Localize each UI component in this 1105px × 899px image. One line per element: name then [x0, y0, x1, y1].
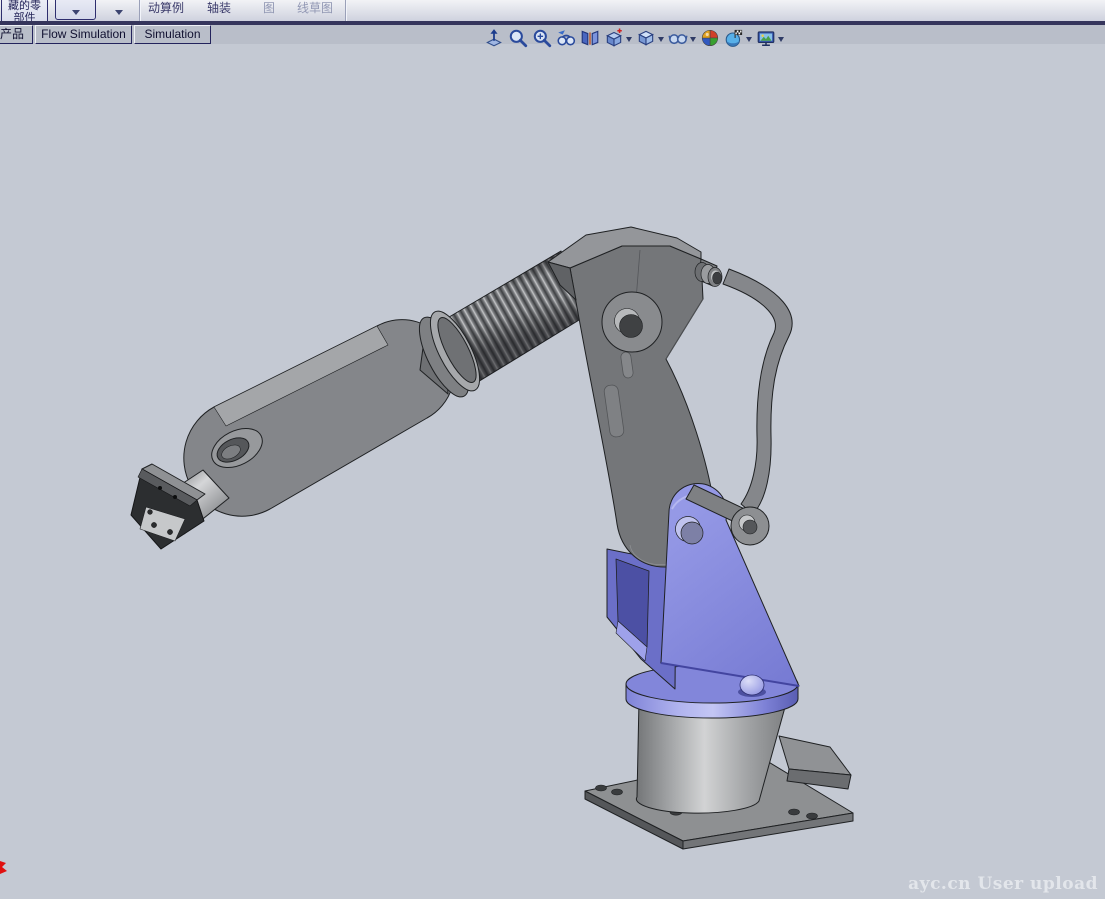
edit-appearance-icon[interactable] — [700, 28, 720, 48]
display-style-icon[interactable] — [636, 28, 656, 48]
zoom-to-fit-icon[interactable] — [484, 28, 504, 48]
zoom-in-out-icon[interactable] — [532, 28, 552, 48]
watermark: ayc.cn User upload — [908, 874, 1098, 894]
forearm — [184, 320, 455, 517]
solidworks-window: 藏的零 部件 动算例 轴装 图 线草图 产品 Flow Simulation S… — [0, 0, 1105, 899]
apply-scene-icon[interactable] — [724, 28, 744, 48]
chevron-down-icon[interactable] — [658, 37, 664, 42]
view-orientation-icon[interactable] — [604, 28, 624, 48]
section-view-icon[interactable] — [580, 28, 600, 48]
heads-up-view-toolbar — [482, 27, 786, 49]
previous-view-icon[interactable] — [556, 28, 576, 48]
zoom-to-area-icon[interactable] — [508, 28, 528, 48]
four-bar-link — [686, 263, 792, 546]
hide-show-items-icon[interactable] — [668, 28, 688, 48]
chevron-down-icon[interactable] — [778, 37, 784, 42]
red-artifact — [0, 858, 12, 880]
base-wedge-bracket — [779, 736, 851, 789]
graphics-viewport[interactable]: ayc.cn User upload — [0, 44, 1105, 899]
chevron-down-icon[interactable] — [626, 37, 632, 42]
chevron-down-icon[interactable] — [746, 37, 752, 42]
view-settings-icon[interactable] — [756, 28, 776, 48]
chevron-down-icon[interactable] — [690, 37, 696, 42]
robot-arm-model — [0, 0, 1105, 899]
